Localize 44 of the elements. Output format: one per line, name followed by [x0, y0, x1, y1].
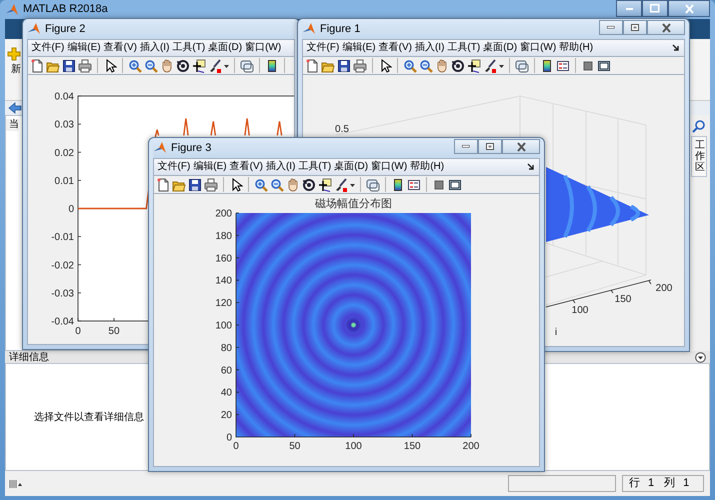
axis-tick-label: 200 [215, 208, 232, 220]
window-title: Figure 3 [171, 142, 212, 154]
axis-tick-label: 0 [68, 204, 74, 215]
axis-tick-label: 150 [404, 441, 421, 452]
status-value: 1 [648, 476, 654, 492]
axis-tick-label: 120 [215, 298, 232, 310]
axis-tick-label: 0.01 [54, 176, 74, 187]
axis-tick-label: 150 [614, 294, 632, 305]
window-title: Figure 1 [320, 22, 360, 36]
axis-tick-label: 140 [215, 276, 232, 287]
axis-tick-label: 20 [220, 410, 232, 422]
axis-tick-label: 200 [656, 283, 672, 294]
axis-tick-label: -0.02 [51, 260, 74, 272]
status-label: 行 [629, 476, 640, 492]
panel-title: 当 [6, 119, 19, 131]
axis-tick-label: -0.01 [51, 232, 74, 244]
axis-tick-label: 0 [75, 326, 81, 337]
axis-tick-label: 100 [345, 441, 362, 452]
axis-tick-label: 50 [108, 326, 120, 337]
axis-tick-label: 160 [215, 253, 232, 264]
axis-tick-label: 100 [572, 305, 588, 316]
axis-tick-label: 80 [220, 342, 232, 354]
axis-tick-label: 0 [226, 432, 232, 444]
axis-tick-label: -0.04 [51, 316, 74, 328]
axis-tick-label: 0.5 [335, 124, 349, 135]
panel-title: 详细信息 [9, 352, 49, 362]
axis-tick-label: 100 [215, 320, 232, 332]
axis-tick-label: 0.03 [54, 120, 74, 131]
status-value: 1 [683, 476, 690, 492]
status-label: 列 [664, 476, 676, 492]
axis-tick-label: 0 [233, 441, 239, 452]
axis-tick-label: 180 [215, 230, 232, 242]
details-message: 选择文件以查看详细信息 [34, 410, 144, 424]
window-title: MATLAB R2018a [23, 3, 108, 16]
axis-tick-label: 50 [289, 441, 300, 452]
axis-tick-label: 0.04 [54, 92, 74, 102]
axis-tick-label: 40 [220, 388, 232, 399]
axis-tick-label: 200 [462, 441, 480, 452]
axis-tick-label: 0.02 [54, 148, 74, 159]
axis-tick-label: -0.03 [51, 288, 74, 300]
window-title: Figure 2 [45, 22, 86, 36]
plot-title: 磁场幅值分布图 [315, 198, 392, 210]
axis-label: i [554, 327, 558, 338]
axis-tick-label: 60 [220, 365, 232, 376]
